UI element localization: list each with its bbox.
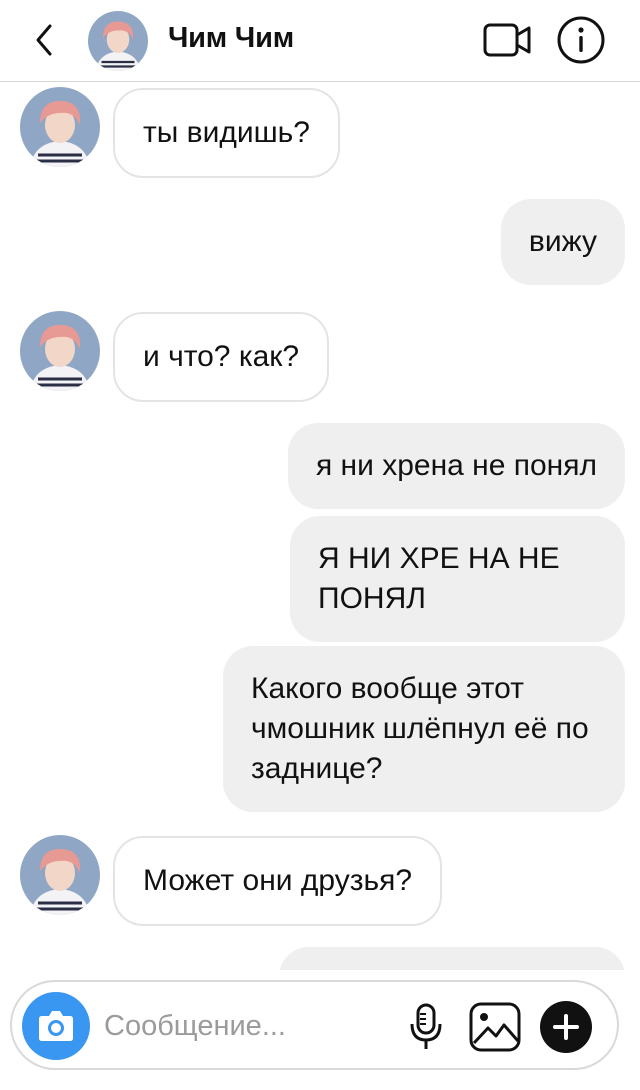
chevron-left-icon: [36, 24, 52, 56]
message-bubble-incoming[interactable]: и что? как?: [113, 312, 330, 402]
microphone-button[interactable]: [408, 1002, 444, 1052]
message-input[interactable]: [104, 1004, 394, 1048]
avatar[interactable]: [20, 87, 100, 167]
info-icon: [557, 16, 605, 64]
header-avatar[interactable]: [88, 11, 148, 71]
message-bubble-outgoing[interactable]: я ни хрена не понял: [287, 423, 625, 509]
microphone-icon: [410, 1003, 442, 1049]
video-camera-icon: [483, 23, 531, 57]
video-call-button[interactable]: [482, 20, 534, 60]
info-button[interactable]: [556, 15, 606, 65]
image-icon: [469, 1002, 521, 1052]
message-bubble-outgoing[interactable]: вижу: [500, 199, 625, 285]
avatar[interactable]: [20, 311, 100, 391]
message-bubble-outgoing[interactable]: [279, 947, 625, 970]
camera-icon: [39, 1011, 73, 1041]
message-bubble-incoming[interactable]: Может они друзья?: [113, 836, 443, 926]
chat-header: Чим Чим: [0, 0, 640, 82]
back-button[interactable]: [28, 20, 64, 60]
add-button[interactable]: [540, 1001, 592, 1053]
message-bubble-outgoing[interactable]: Какого вообще этот чмошник шлёпнул её по…: [223, 646, 625, 812]
message-bubble-incoming[interactable]: ты видишь?: [113, 88, 340, 178]
message-composer: [10, 980, 619, 1070]
avatar[interactable]: [20, 835, 100, 915]
plus-icon: [553, 1014, 579, 1040]
contact-name[interactable]: Чим Чим: [168, 22, 294, 55]
message-bubble-outgoing[interactable]: Я НИ ХРЕ НА НЕ ПОНЯЛ: [290, 516, 625, 642]
gallery-button[interactable]: [468, 1001, 522, 1053]
camera-button[interactable]: [22, 992, 90, 1060]
message-thread[interactable]: ты видишь? вижу и что? как? я ни хрена н…: [0, 83, 640, 970]
